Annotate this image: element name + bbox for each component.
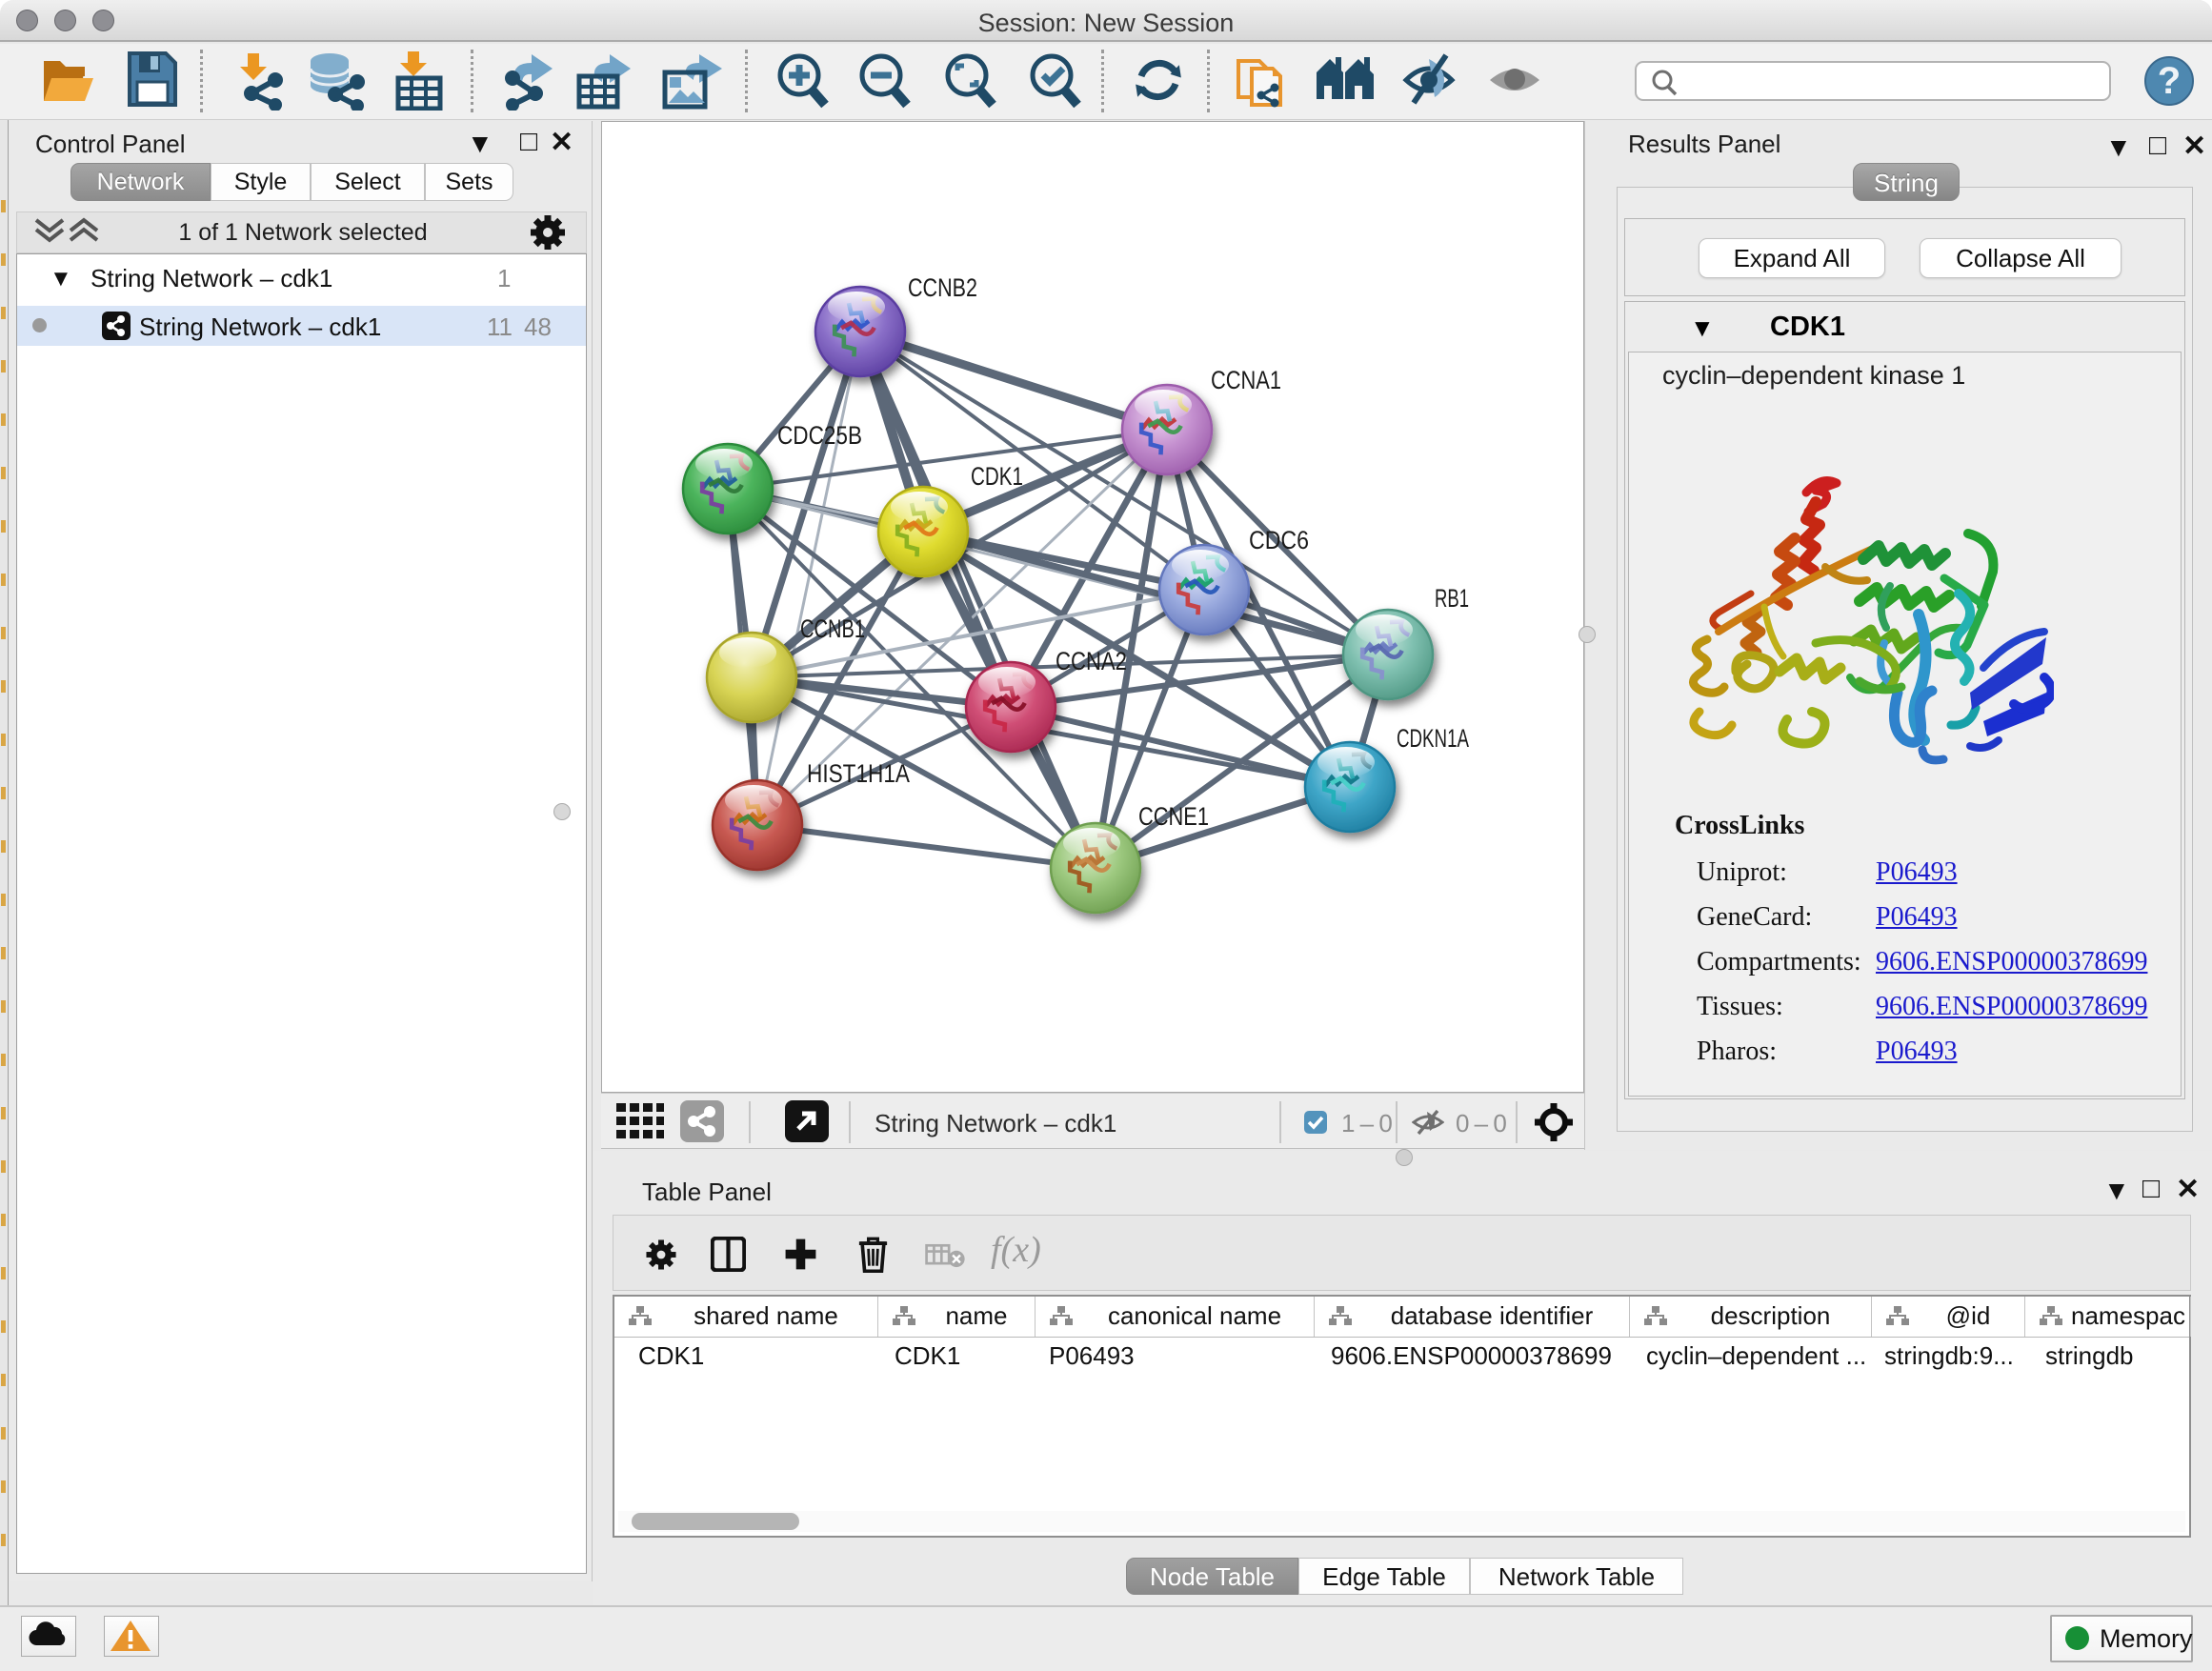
- svg-text:1 of 1 Network selected: 1 of 1 Network selected: [178, 219, 427, 246]
- svg-text:CCNB1: CCNB1: [800, 614, 865, 643]
- svg-text:CCNB2: CCNB2: [908, 273, 977, 302]
- svg-text:CCNA1: CCNA1: [1211, 366, 1281, 394]
- svg-text:CDC25B: CDC25B: [777, 421, 862, 450]
- svg-text:CCNA2: CCNA2: [1056, 647, 1127, 675]
- svg-text:?: ?: [2158, 60, 2181, 102]
- svg-text:CDKN1A: CDKN1A: [1397, 724, 1469, 753]
- svg-text:CDC6: CDC6: [1249, 526, 1309, 554]
- svg-text:CDK1: CDK1: [971, 462, 1023, 491]
- svg-text:RB1: RB1: [1435, 584, 1469, 613]
- svg-text:HIST1H1A: HIST1H1A: [807, 759, 910, 788]
- svg-text:CCNE1: CCNE1: [1138, 802, 1209, 831]
